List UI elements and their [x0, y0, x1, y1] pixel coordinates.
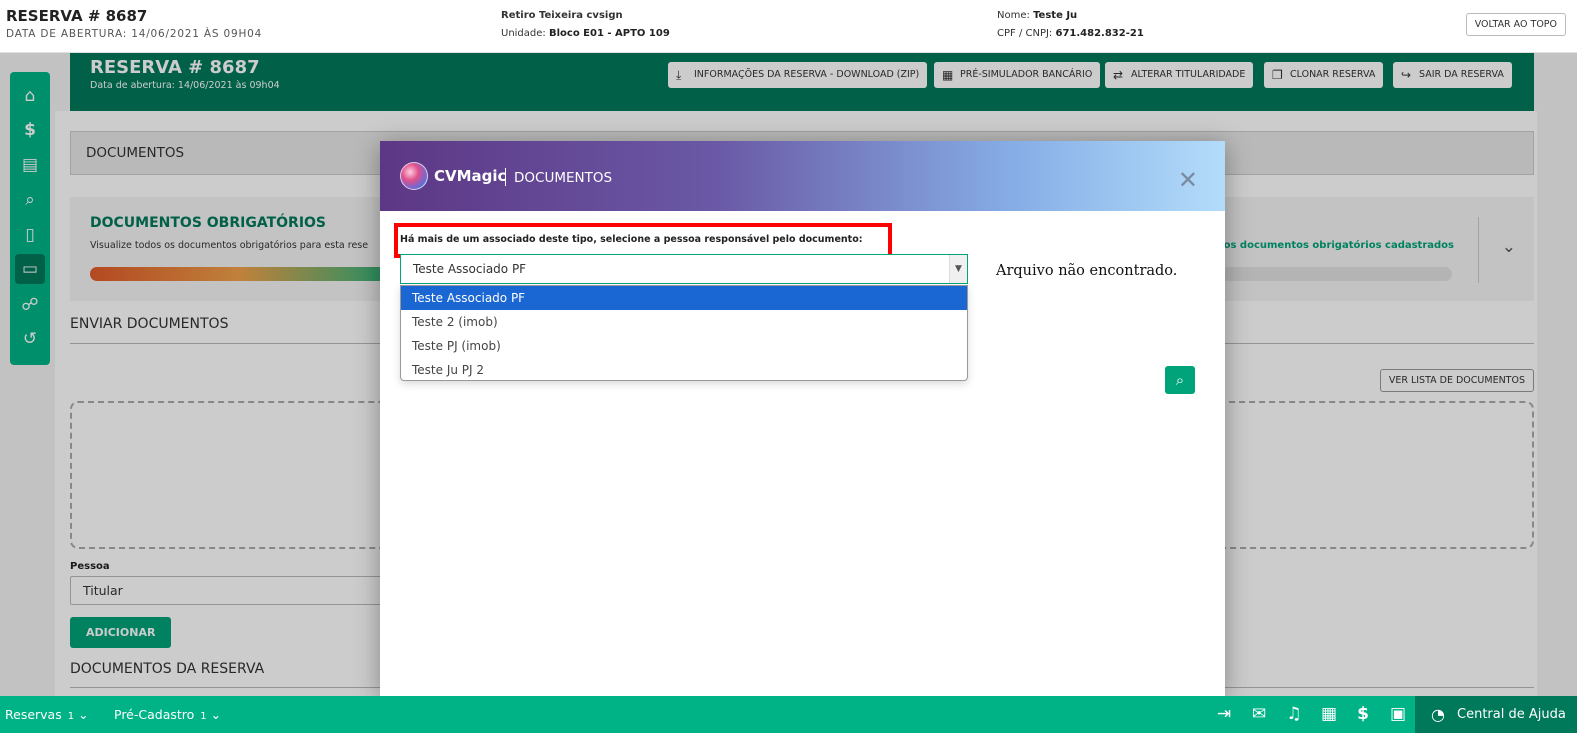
pre-registration-tab[interactable]: Pré-Cadastro 1 ⌄ — [114, 696, 221, 733]
reservations-label: Reservas — [5, 707, 62, 722]
header-separator — [505, 168, 506, 186]
pre-registration-count: 1 — [200, 711, 207, 722]
opening-date: DATA DE ABERTURA: 14/06/2021 ÀS 09H04 — [6, 28, 263, 40]
top-bar: RESERVA # 8687 DATA DE ABERTURA: 14/06/2… — [0, 0, 1577, 53]
development-info: Retiro Teixeira cvsign Unidade: Bloco E0… — [501, 7, 670, 43]
bottom-bar: Reservas 1 ⌄ Pré-Cadastro 1 ⌄ ⇥ ✉ ♫ ▦ $ ▣ … — [0, 696, 1577, 733]
file-not-found-message: Arquivo não encontrado. — [996, 263, 1178, 279]
mail-icon[interactable]: ✉ — [1248, 696, 1270, 733]
chevron-down-icon: ⌄ — [210, 707, 222, 722]
calendar-icon[interactable]: ▦ — [1318, 696, 1340, 733]
back-to-top-button[interactable]: VOLTAR AO TOPO — [1465, 13, 1566, 36]
dollar-icon[interactable]: $ — [1352, 696, 1374, 733]
dropdown-option[interactable]: Teste Ju PJ 2 — [401, 358, 967, 382]
collapse-right-icon[interactable]: ⇥ — [1213, 696, 1235, 733]
modal-brand: CVMagic — [434, 167, 507, 185]
close-icon[interactable]: ✕ — [1178, 168, 1198, 192]
modal-header: CVMagic DOCUMENTOS ✕ — [380, 141, 1225, 211]
bell-icon[interactable]: ♫ — [1283, 696, 1305, 733]
responsible-person-select[interactable]: Teste Associado PF ▼ — [400, 254, 968, 284]
dropdown-option[interactable]: Teste Associado PF — [401, 286, 967, 310]
name-value: Teste Ju — [1033, 10, 1078, 21]
unit-label: Unidade: — [501, 28, 546, 39]
reservation-title: RESERVA # 8687 — [6, 7, 148, 25]
selected-value: Teste Associado PF — [413, 262, 527, 276]
pre-registration-label: Pré-Cadastro — [114, 707, 195, 722]
cvmagic-logo-icon — [400, 162, 428, 190]
modal-title: DOCUMENTOS — [514, 170, 613, 186]
dropdown-option[interactable]: Teste 2 (imob) — [401, 310, 967, 334]
chevron-down-icon: ⌄ — [78, 707, 89, 722]
person-dropdown-list: Teste Associado PF Teste 2 (imob) Teste … — [400, 285, 968, 381]
instruction-text: Há mais de um associado deste tipo, sele… — [400, 234, 863, 245]
unit-value: Bloco E01 - APTO 109 — [548, 28, 670, 39]
reservations-count: 1 — [67, 711, 75, 722]
cpf-label: CPF / CNPJ: — [997, 28, 1053, 39]
documents-modal: CVMagic DOCUMENTOS ✕ Há mais de um assoc… — [380, 141, 1225, 696]
help-icon: ◔ — [1431, 705, 1445, 724]
chevron-down-icon[interactable]: ▼ — [949, 255, 967, 283]
cpf-value: 671.482.832-21 — [1055, 28, 1144, 39]
search-icon[interactable]: ⌕ — [1165, 366, 1195, 394]
name-label: Nome: — [997, 10, 1030, 21]
help-center-button[interactable]: ◔ Central de Ajuda — [1415, 696, 1577, 733]
development-name: Retiro Teixeira cvsign — [501, 10, 623, 21]
reservations-tab[interactable]: Reservas 1 ⌄ — [5, 696, 89, 733]
calculator-icon[interactable]: ▣ — [1387, 696, 1409, 733]
dropdown-option[interactable]: Teste PJ (imob) — [401, 334, 967, 358]
help-center-label: Central de Ajuda — [1457, 707, 1566, 722]
client-info: Nome: Teste Ju CPF / CNPJ: 671.482.832-2… — [997, 7, 1144, 43]
